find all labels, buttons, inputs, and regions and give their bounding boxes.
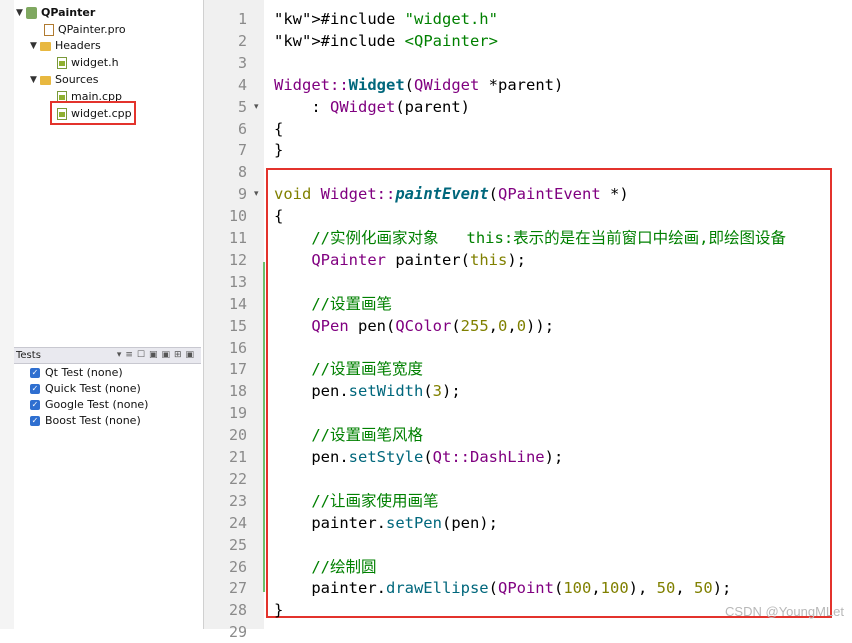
line-number: 27 bbox=[228, 579, 247, 598]
line-number: 17 bbox=[228, 360, 247, 379]
tree-item-pro-file[interactable]: QPainter.pro bbox=[44, 22, 126, 38]
line-number: 14 bbox=[228, 294, 247, 313]
tree-item-label: Sources bbox=[55, 73, 99, 86]
line-number: 25 bbox=[228, 535, 247, 554]
line-number: 23 bbox=[228, 491, 247, 510]
line-number: 19 bbox=[228, 404, 247, 423]
test-item-google[interactable]: ✓ Google Test (none) bbox=[30, 397, 148, 412]
line-number: 3 bbox=[237, 53, 247, 72]
line-number: 4 bbox=[237, 75, 247, 94]
code-line[interactable]: Widget::Widget(QWidget *parent) bbox=[274, 74, 563, 96]
code-editor[interactable]: 1 "kw">#include "widget.h" 2 "kw">#include … bbox=[204, 0, 852, 641]
chevron-down-icon[interactable]: ▼ bbox=[30, 72, 40, 88]
header-file-icon bbox=[57, 57, 67, 69]
project-icon bbox=[26, 7, 37, 19]
line-number: 18 bbox=[228, 382, 247, 401]
tree-item-sources[interactable]: ▼ Sources bbox=[30, 72, 99, 88]
code-line[interactable]: void Widget::paintEvent(QPaintEvent *) bbox=[274, 183, 629, 205]
tree-item-label: QPainter bbox=[41, 6, 96, 19]
tests-panel-header: Tests ▾≡☐▣▣⊞▣ bbox=[14, 347, 201, 364]
line-number: 13 bbox=[228, 272, 247, 291]
chevron-down-icon[interactable]: ▼ bbox=[16, 5, 26, 21]
code-line[interactable]: QPen pen(QColor(255,0,0)); bbox=[274, 315, 554, 337]
tree-item-label: QPainter.pro bbox=[58, 23, 126, 36]
tree-item-project[interactable]: ▼ QPainter bbox=[16, 5, 95, 21]
code-line[interactable]: painter.setPen(pen); bbox=[274, 512, 498, 534]
code-line[interactable]: } bbox=[274, 599, 283, 621]
code-line[interactable]: { bbox=[274, 118, 283, 140]
line-number: 29 bbox=[228, 623, 247, 642]
checkbox-checked-icon[interactable]: ✓ bbox=[30, 383, 40, 394]
tree-item-widget-h[interactable]: widget.h bbox=[57, 55, 119, 71]
line-number: 21 bbox=[228, 448, 247, 466]
line-number: 11 bbox=[228, 229, 247, 247]
code-line[interactable]: //设置画笔风格 bbox=[274, 424, 423, 446]
chevron-down-icon[interactable]: ▼ bbox=[30, 38, 40, 54]
test-item-quick[interactable]: ✓ Quick Test (none) bbox=[30, 381, 141, 396]
checkbox-checked-icon[interactable]: ✓ bbox=[30, 367, 40, 378]
folder-icon bbox=[40, 76, 51, 85]
folder-icon bbox=[40, 42, 51, 51]
checkbox-checked-icon[interactable]: ✓ bbox=[30, 415, 40, 426]
line-number: 26 bbox=[228, 557, 247, 576]
line-number: 10 bbox=[228, 207, 247, 226]
code-line[interactable]: painter.drawEllipse(QPoint(100,100), 50,… bbox=[274, 577, 731, 599]
test-item-label: Qt Test (none) bbox=[45, 366, 123, 379]
left-panel: ▼ QPainter QPainter.pro ▼ Headers widget… bbox=[0, 0, 204, 629]
test-item-label: Quick Test (none) bbox=[45, 382, 141, 395]
code-line[interactable]: { bbox=[274, 205, 283, 227]
tests-panel-title: Tests bbox=[16, 350, 41, 361]
tree-item-label: Headers bbox=[55, 39, 101, 52]
test-item-boost[interactable]: ✓ Boost Test (none) bbox=[30, 413, 141, 428]
tree-item-headers[interactable]: ▼ Headers bbox=[30, 38, 101, 54]
code-line[interactable]: //设置画笔宽度 bbox=[274, 358, 423, 380]
change-marker-bar bbox=[263, 262, 265, 592]
code-line[interactable]: //实例化画家对象 this:表示的是在当前窗口中绘画,即绘图设备 bbox=[274, 227, 786, 249]
fold-arrow-icon[interactable]: ▾ bbox=[254, 183, 259, 205]
line-number: 16 bbox=[228, 338, 247, 357]
line-number: 15 bbox=[228, 316, 247, 335]
line-number: 5 bbox=[237, 97, 247, 116]
test-item-label: Boost Test (none) bbox=[45, 414, 141, 427]
checkbox-checked-icon[interactable]: ✓ bbox=[30, 399, 40, 410]
tests-toolbar-icons[interactable]: ▾≡☐▣▣⊞▣ bbox=[117, 348, 198, 363]
code-line[interactable]: pen.setStyle(Qt::DashLine); bbox=[274, 446, 563, 468]
line-number: 7 bbox=[237, 141, 247, 160]
line-number: 2 bbox=[237, 31, 247, 50]
watermark: CSDN @YoungMLet bbox=[725, 604, 844, 619]
tree-item-label: widget.h bbox=[71, 56, 119, 69]
code-line[interactable]: "kw">#include <QPainter> bbox=[274, 30, 498, 52]
line-number: 28 bbox=[228, 601, 247, 620]
left-sidebar-strip bbox=[0, 0, 14, 629]
code-line[interactable]: } bbox=[274, 139, 283, 161]
highlight-box-widget-cpp bbox=[50, 101, 136, 125]
test-item-qt[interactable]: ✓ Qt Test (none) bbox=[30, 365, 123, 380]
pro-file-icon bbox=[44, 24, 54, 36]
line-number: 24 bbox=[228, 513, 247, 532]
code-line[interactable]: //绘制圆 bbox=[274, 556, 376, 578]
line-number: 20 bbox=[228, 426, 247, 445]
line-number: 8 bbox=[237, 163, 247, 182]
code-line[interactable]: pen.setWidth(3); bbox=[274, 380, 460, 402]
line-number: 12 bbox=[228, 250, 247, 269]
line-number: 22 bbox=[228, 469, 247, 488]
line-number: 1 bbox=[237, 10, 247, 28]
line-number: 6 bbox=[237, 119, 247, 138]
code-line[interactable]: : QWidget(parent) bbox=[274, 96, 470, 118]
code-line[interactable]: QPainter painter(this); bbox=[274, 249, 526, 271]
test-item-label: Google Test (none) bbox=[45, 398, 149, 411]
fold-arrow-icon[interactable]: ▾ bbox=[254, 96, 259, 118]
code-line[interactable]: //设置画笔 bbox=[274, 293, 392, 315]
line-number: 9 bbox=[237, 185, 247, 204]
code-line[interactable]: //让画家使用画笔 bbox=[274, 490, 438, 512]
code-line[interactable]: "kw">#include "widget.h" bbox=[274, 8, 498, 30]
